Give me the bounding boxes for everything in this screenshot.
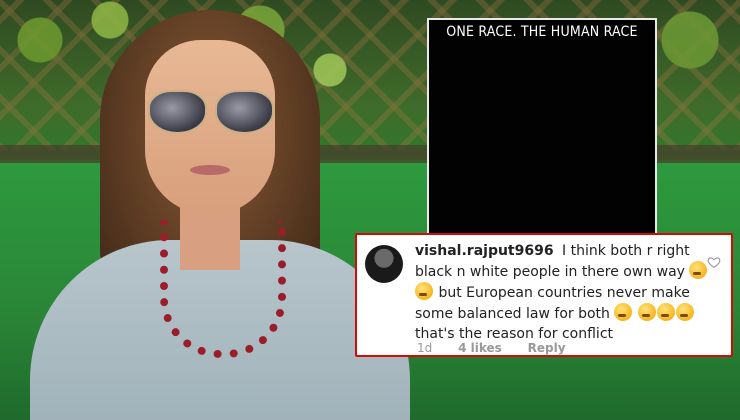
comment-text-part-3: that's the reason for conflict (415, 326, 614, 342)
thinking-face-emoji-icon (656, 303, 675, 321)
sunglasses-left-lens (148, 90, 207, 134)
reply-button[interactable]: Reply (528, 341, 566, 355)
heart-outline-icon[interactable] (707, 255, 721, 269)
thinking-face-emoji-icon (637, 303, 656, 321)
avatar[interactable] (365, 245, 403, 283)
instagram-comment-card: vishal.rajput9696 I think both r right b… (355, 233, 733, 357)
thinking-face-emoji-icon (415, 282, 433, 300)
sunglasses-right-lens (215, 90, 274, 134)
lips (190, 165, 230, 175)
news-collage: ONE RACE. THE HUMAN RACE vishal.rajput96… (0, 0, 740, 420)
comment-meta: 1d 4 likes Reply (417, 341, 588, 355)
comment-time: 1d (417, 341, 433, 355)
comment-likes[interactable]: 4 likes (458, 341, 502, 355)
instagram-story-card: ONE RACE. THE HUMAN RACE (427, 18, 657, 240)
story-text: ONE RACE. THE HUMAN RACE (446, 24, 638, 40)
comment-username[interactable]: vishal.rajput9696 (415, 243, 554, 259)
woman-photo (30, 0, 410, 420)
thinking-face-emoji-icon (614, 303, 633, 321)
thinking-face-emoji-icon (689, 261, 708, 279)
comment-body: vishal.rajput9696 I think both r right b… (415, 241, 715, 344)
red-bead-necklace (160, 220, 286, 358)
thinking-face-emoji-icon (675, 303, 694, 321)
